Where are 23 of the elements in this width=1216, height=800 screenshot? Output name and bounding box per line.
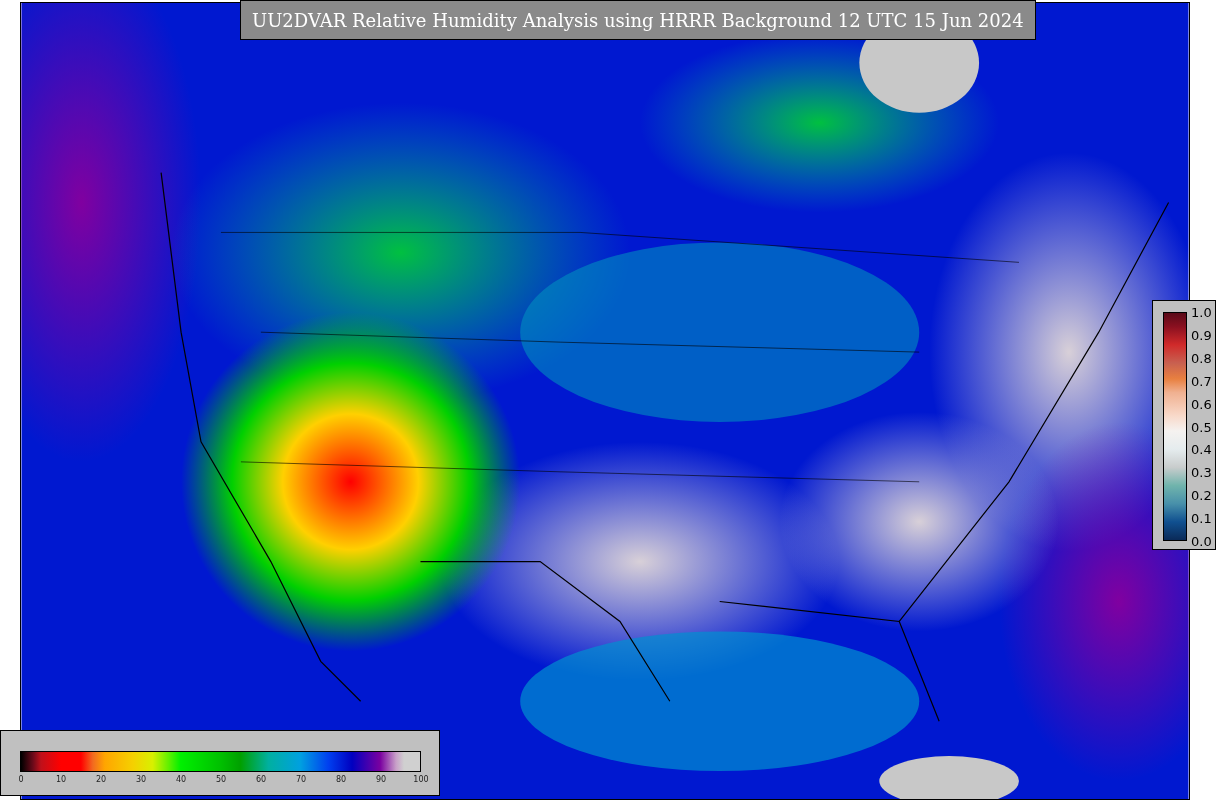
colorbar-tick-label: 100 bbox=[413, 775, 429, 785]
colorbar-tick-label: 0.9 bbox=[1191, 327, 1212, 343]
colorbar-tick-label: 60 bbox=[255, 775, 267, 785]
colorbar-tick-label: 1.0 bbox=[1191, 304, 1212, 320]
colorbar-tick-label: 0.0 bbox=[1191, 533, 1212, 549]
colorbar-tick-label: 90 bbox=[375, 775, 387, 785]
colorbar-tick-label: 80 bbox=[335, 775, 347, 785]
colorbar-tick-label: 30 bbox=[135, 775, 147, 785]
colorbar-tick-label: 0.4 bbox=[1191, 441, 1212, 457]
colorbar-tick-label: 0.6 bbox=[1191, 396, 1212, 412]
colorbar-tick-label: 0.5 bbox=[1191, 419, 1212, 434]
colorbar-tick-label: 10 bbox=[55, 775, 67, 785]
map-title: UU2DVAR Relative Humidity Analysis using HRRR Background 12 UTC 15 Jun 2024 bbox=[240, 0, 1036, 40]
colorbar-tick-label: 50 bbox=[215, 775, 227, 785]
colorbar-tick-label: 0 bbox=[18, 775, 24, 785]
colorbar-tick-label: 0.2 bbox=[1191, 487, 1212, 503]
colorbar-tick-label: 70 bbox=[295, 775, 307, 785]
colorbar-tick-label: 40 bbox=[175, 775, 187, 785]
colorbar-tick-label: 0.1 bbox=[1191, 510, 1212, 526]
colorbar-tick-label: 0.3 bbox=[1191, 464, 1212, 480]
colorbar-tick-label: 0.8 bbox=[1191, 350, 1212, 366]
colorbar-tick-label: 20 bbox=[95, 775, 107, 785]
colorbar-tick-label: 0.7 bbox=[1191, 373, 1212, 389]
